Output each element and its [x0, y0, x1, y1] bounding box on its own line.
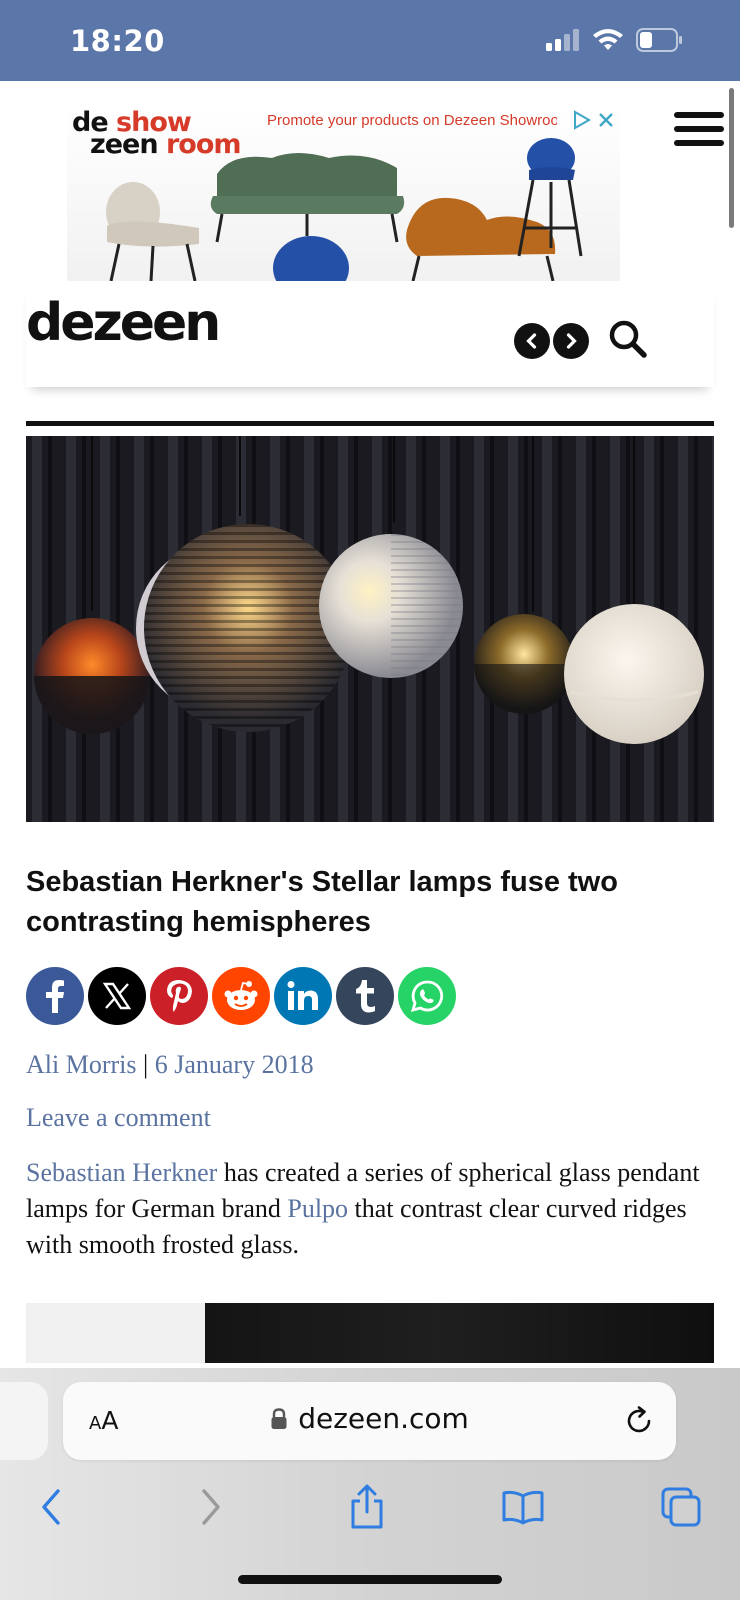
- share-whatsapp-button[interactable]: [398, 967, 456, 1025]
- share-icon: [351, 1484, 383, 1529]
- chevron-right-icon: [566, 333, 577, 349]
- lock-icon: [271, 1407, 287, 1429]
- tabs-icon: [661, 1487, 701, 1527]
- share-reddit-button[interactable]: [212, 967, 270, 1025]
- reload-button[interactable]: [622, 1404, 656, 1438]
- chevron-left-icon: [526, 333, 537, 349]
- byline: Ali Morris | 6 January 2018: [26, 1050, 314, 1080]
- tumblr-icon: [356, 980, 375, 1013]
- tabs-button[interactable]: [656, 1482, 706, 1532]
- x-icon: [102, 982, 132, 1010]
- date-link[interactable]: 6 January 2018: [155, 1050, 314, 1079]
- article-body: Sebastian Herkner has created a series o…: [26, 1155, 716, 1263]
- adchoices-icon[interactable]: [572, 110, 592, 130]
- previous-article-button[interactable]: [514, 323, 550, 359]
- search-icon: [609, 320, 647, 358]
- second-article-image[interactable]: [26, 1303, 714, 1363]
- whatsapp-icon: [410, 980, 444, 1012]
- close-icon[interactable]: [596, 110, 616, 130]
- menu-button[interactable]: [674, 112, 724, 150]
- wifi-icon: [593, 29, 623, 50]
- address-bar[interactable]: AA dezeen.com: [63, 1382, 676, 1460]
- bookmarks-button[interactable]: [498, 1482, 548, 1532]
- lamps-photo: [26, 436, 714, 822]
- ad-headline[interactable]: Promote your products on Dezeen Showroom: [267, 112, 557, 129]
- pinterest-icon: [167, 980, 192, 1012]
- reload-icon: [627, 1406, 651, 1433]
- page-scrollbar[interactable]: [729, 88, 734, 228]
- share-x-button[interactable]: [88, 967, 146, 1025]
- status-bar: 18:20: [0, 0, 740, 81]
- status-icons: [546, 28, 684, 52]
- body-link-herkner[interactable]: Sebastian Herkner: [26, 1158, 217, 1187]
- article-title[interactable]: Sebastian Herkner's Stellar lamps fuse t…: [26, 862, 714, 942]
- share-linkedin-button[interactable]: [274, 967, 332, 1025]
- previous-tab-preview[interactable]: [0, 1382, 48, 1460]
- share-tumblr-button[interactable]: [336, 967, 394, 1025]
- forward-icon: [202, 1489, 220, 1525]
- site-header: dezeen: [26, 285, 714, 387]
- back-icon: [42, 1489, 60, 1525]
- hero-image[interactable]: [26, 436, 714, 822]
- share-facebook-button[interactable]: [26, 967, 84, 1025]
- menu-icon: [674, 112, 724, 146]
- ad-controls: [572, 110, 616, 130]
- share-pinterest-button[interactable]: [150, 967, 208, 1025]
- url-display: dezeen.com: [63, 1402, 676, 1435]
- forward-button[interactable]: [186, 1482, 236, 1532]
- site-logo[interactable]: dezeen: [26, 293, 221, 353]
- ad-banner[interactable]: de show zeen room Promote your products …: [67, 108, 620, 281]
- section-divider: [26, 421, 714, 426]
- leave-comment-link[interactable]: Leave a comment: [26, 1103, 211, 1133]
- ad-furniture-image: [106, 138, 583, 281]
- nav-arrows: [514, 323, 589, 359]
- next-article-button[interactable]: [553, 323, 589, 359]
- battery-icon: [636, 28, 682, 52]
- url-text: dezeen.com: [298, 1402, 469, 1435]
- byline-separator: |: [136, 1050, 155, 1079]
- signal-icon: [546, 29, 579, 51]
- status-time: 18:20: [70, 24, 165, 58]
- search-button[interactable]: [606, 317, 650, 361]
- body-link-pulpo[interactable]: Pulpo: [287, 1194, 348, 1223]
- share-buttons: [26, 967, 456, 1025]
- reddit-icon: [224, 981, 258, 1010]
- back-button[interactable]: [26, 1482, 76, 1532]
- bookmarks-icon: [502, 1490, 544, 1525]
- author-link[interactable]: Ali Morris: [26, 1050, 137, 1079]
- home-indicator[interactable]: [238, 1575, 502, 1584]
- facebook-icon: [46, 980, 64, 1013]
- linkedin-icon: [287, 981, 318, 1010]
- share-button[interactable]: [342, 1482, 392, 1532]
